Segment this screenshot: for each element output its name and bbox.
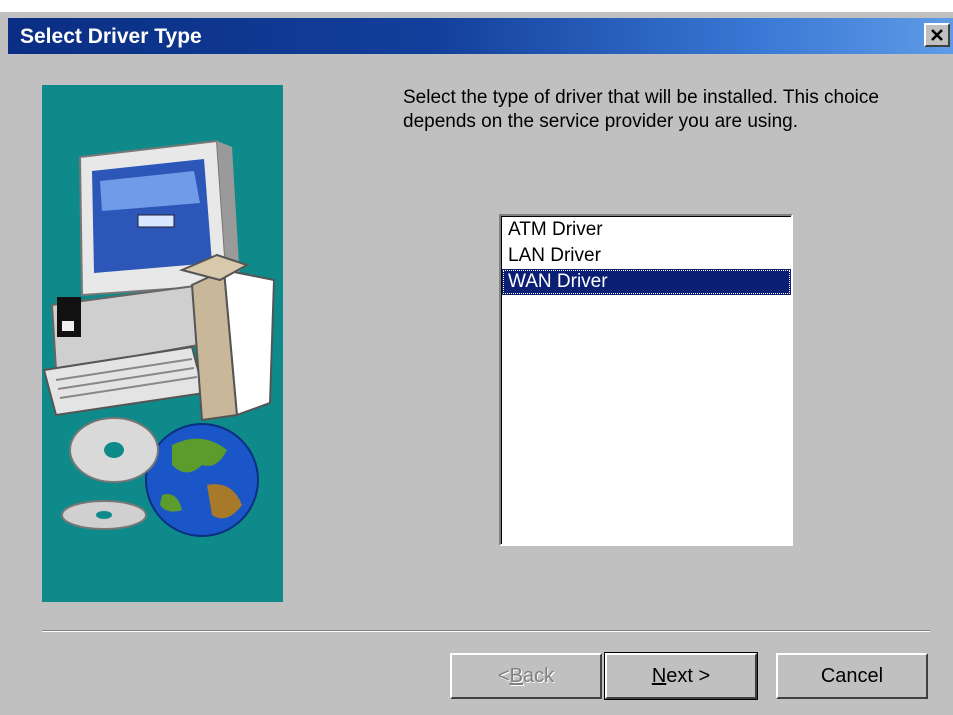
close-button[interactable] bbox=[924, 23, 950, 47]
dialog-title: Select Driver Type bbox=[20, 25, 202, 48]
cd-icon bbox=[61, 417, 159, 530]
separator bbox=[42, 630, 930, 632]
back-button[interactable]: < Back bbox=[450, 653, 602, 699]
list-item-wan-driver[interactable]: WAN Driver bbox=[502, 269, 791, 295]
next-button-suffix: ext > bbox=[666, 664, 711, 687]
back-button-suffix: ack bbox=[522, 664, 555, 687]
back-button-mnemonic: B bbox=[509, 664, 523, 687]
title-bar: Select Driver Type bbox=[8, 18, 953, 54]
list-item-atm-driver[interactable]: ATM Driver bbox=[502, 217, 791, 243]
back-button-prefix: < bbox=[497, 664, 510, 687]
wizard-illustration bbox=[42, 85, 283, 602]
driver-type-listbox[interactable]: ATM Driver LAN Driver WAN Driver bbox=[499, 214, 793, 546]
driver-dialog: Select Driver Type Select the type of dr… bbox=[0, 12, 953, 715]
globe-icon bbox=[145, 423, 259, 537]
cancel-button-label: Cancel bbox=[820, 664, 884, 687]
next-button-mnemonic: N bbox=[651, 664, 667, 687]
cancel-button[interactable]: Cancel bbox=[776, 653, 928, 699]
list-item-lan-driver[interactable]: LAN Driver bbox=[502, 243, 791, 269]
close-icon bbox=[931, 29, 943, 41]
next-button[interactable]: Next > bbox=[604, 652, 758, 700]
instruction-text: Select the type of driver that will be i… bbox=[403, 87, 879, 132]
